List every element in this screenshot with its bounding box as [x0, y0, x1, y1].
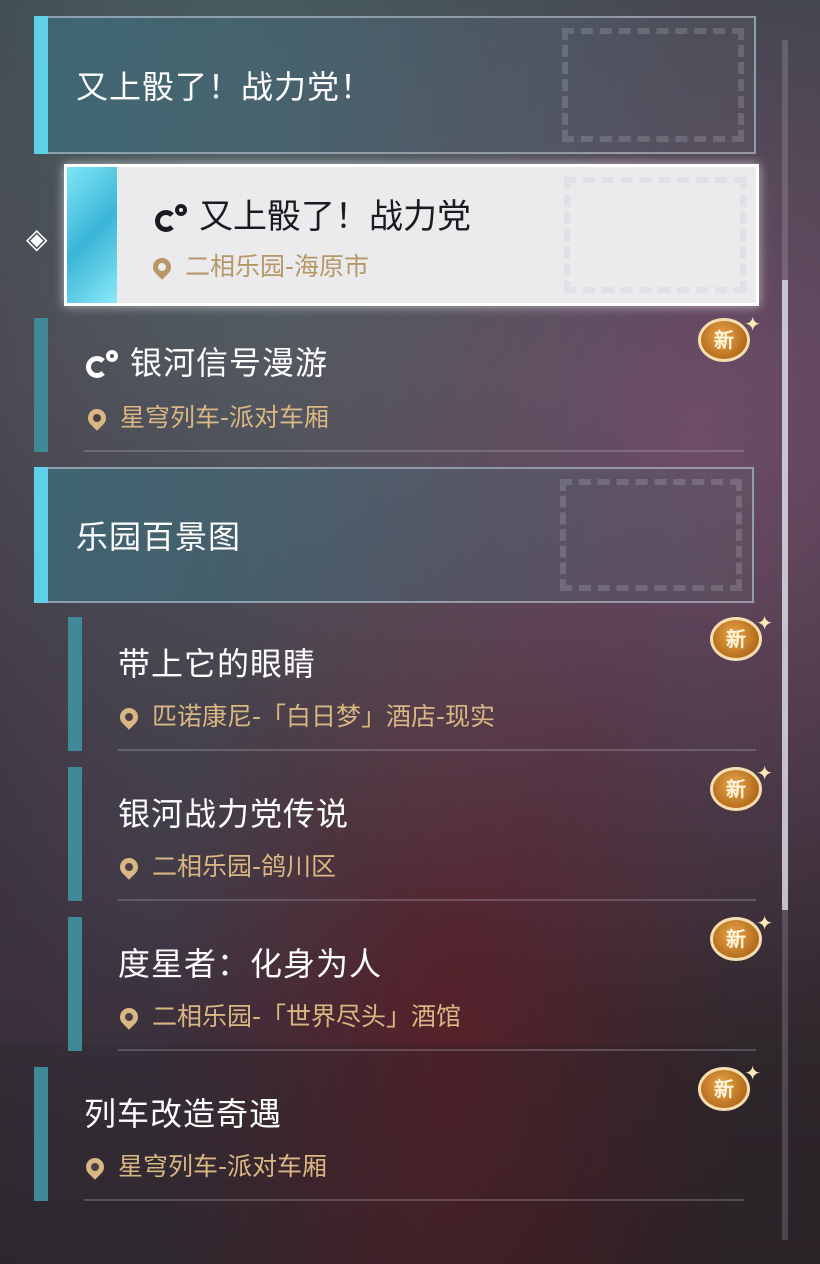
location-pin-icon [82, 1154, 108, 1180]
quest-title: 列车改造奇遇 [84, 1095, 283, 1133]
quest-type-icon [84, 350, 120, 380]
quest-type-icon [153, 203, 189, 234]
category-accent [34, 467, 48, 603]
divider [84, 1199, 744, 1201]
divider [118, 1049, 756, 1051]
quest-thumbnail [67, 167, 117, 303]
new-badge: 新 [710, 604, 773, 661]
selected-quest-title: 又上骰了！战力党 [153, 189, 471, 238]
location-pin-icon [116, 1004, 142, 1030]
location-pin-icon [149, 254, 175, 280]
quest-bar [34, 318, 48, 452]
category-title: 乐园百景图 [76, 518, 242, 556]
emblem-icon [562, 28, 744, 142]
quest-item[interactable]: 银河信号漫游 星穹列车-派对车厢 [34, 318, 754, 452]
quest-title: 度星者：化身为人 [118, 945, 383, 983]
emblem-icon [560, 479, 742, 591]
scrollbar-thumb[interactable] [782, 280, 788, 910]
location-pin-icon [116, 854, 142, 880]
quest-item[interactable]: 带上它的眼睛 匹诺康尼-「白日梦」酒店-现实 [68, 617, 756, 751]
new-badge: 新 [710, 904, 773, 961]
emblem-icon [564, 177, 746, 293]
category-header-1[interactable]: 又上骰了！战力党！ [34, 16, 756, 154]
new-badge: 新 [710, 754, 773, 811]
location-pin-icon [84, 405, 110, 431]
category-header-2[interactable]: 乐园百景图 [34, 467, 754, 603]
selected-quest-location: 二相乐园-海原市 [149, 247, 369, 283]
quest-location: 匹诺康尼-「白日梦」酒店-现实 [116, 697, 495, 733]
quest-location: 星穹列车-派对车厢 [82, 1147, 327, 1183]
quest-bar [68, 767, 82, 901]
category-accent [34, 16, 48, 154]
quest-location: 二相乐园-「世界尽头」酒馆 [116, 997, 461, 1033]
new-badge: 新 [698, 305, 761, 362]
location-pin-icon [116, 704, 142, 730]
quest-bar [34, 1067, 48, 1201]
quest-item[interactable]: 银河战力党传说 二相乐园-鸽川区 [68, 767, 756, 901]
divider [118, 749, 756, 751]
quest-title: 带上它的眼睛 [118, 645, 317, 683]
quest-list: 又上骰了！战力党！ ◈ 又上骰了！战力党 二相乐园-海原市 银河信号漫游 星穹列… [0, 0, 820, 1264]
quest-location: 星穹列车-派对车厢 [84, 398, 329, 434]
divider [118, 899, 756, 901]
quest-title: 银河信号漫游 [84, 338, 328, 384]
category-title: 又上骰了！战力党！ [76, 68, 374, 106]
quest-bar [68, 917, 82, 1051]
new-badge: 新 [698, 1054, 761, 1111]
divider [84, 450, 744, 452]
selected-quest-card[interactable]: 又上骰了！战力党 二相乐园-海原市 [64, 164, 759, 306]
quest-location: 二相乐园-鸽川区 [116, 847, 336, 883]
selector-arrow-icon: ◈ [26, 222, 48, 255]
quest-title: 银河战力党传说 [118, 795, 350, 833]
quest-item[interactable]: 度星者：化身为人 二相乐园-「世界尽头」酒馆 [68, 917, 756, 1051]
quest-item[interactable]: 列车改造奇遇 星穹列车-派对车厢 [34, 1067, 754, 1201]
quest-bar [68, 617, 82, 751]
